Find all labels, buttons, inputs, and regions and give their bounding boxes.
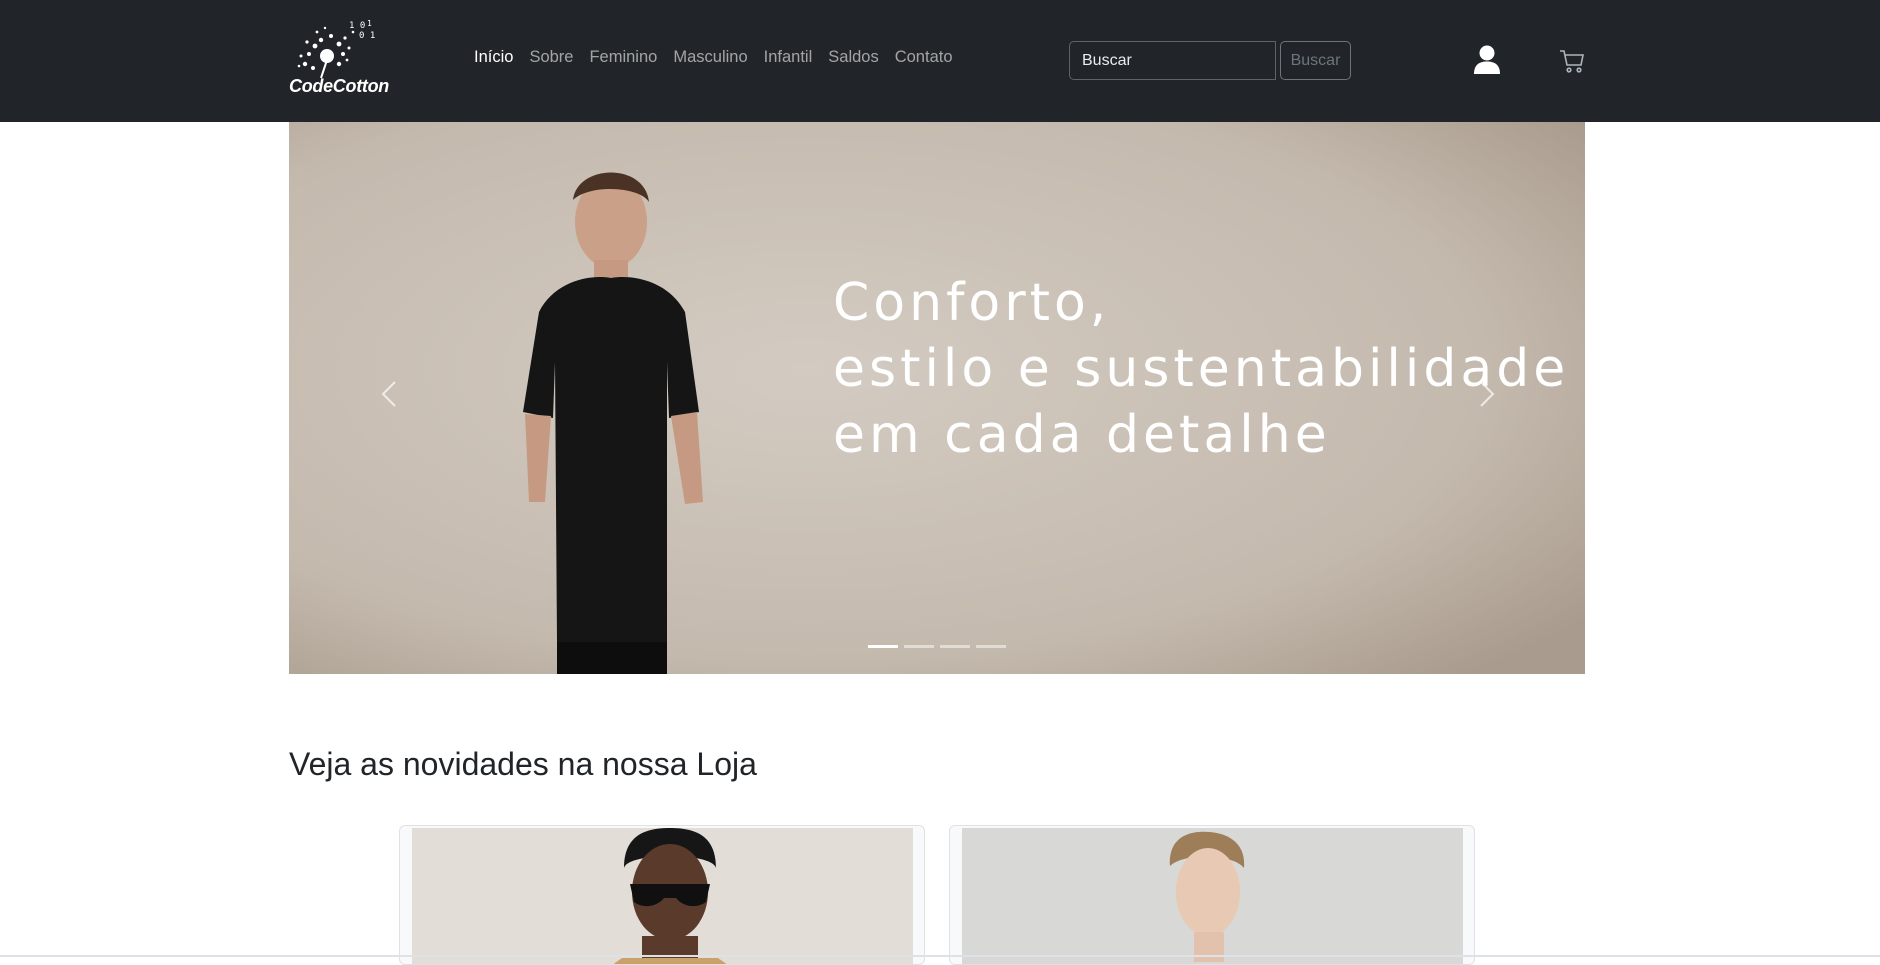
carousel-indicators <box>868 645 1006 648</box>
hero-carousel: Conforto, estilo e sustentabilidade em c… <box>289 122 1585 674</box>
svg-text:1 0: 1 0 <box>349 21 365 31</box>
nav-item-infantil[interactable]: Infantil <box>764 48 813 67</box>
brand-logo[interactable]: 1 0 0 1 1 CodeCotton <box>287 16 391 100</box>
search-button[interactable]: Buscar <box>1280 41 1351 80</box>
nav-item-inicio[interactable]: Início <box>474 48 513 67</box>
chevron-right-icon <box>1480 381 1495 407</box>
nav-item-contato[interactable]: Contato <box>895 48 953 67</box>
carousel-indicator-4[interactable] <box>976 645 1006 648</box>
product-image <box>962 828 1463 964</box>
section-title: Veja as novidades na nossa Loja <box>289 746 757 782</box>
product-card[interactable] <box>399 825 925 965</box>
hero-headline: Conforto, estilo e sustentabilidade em c… <box>833 270 1569 468</box>
hero-line-1: Conforto, <box>833 273 1111 333</box>
carousel-indicator-3[interactable] <box>940 645 970 648</box>
hero-line-2: estilo e sustentabilidade <box>833 339 1570 399</box>
svg-text:1: 1 <box>367 19 372 28</box>
search-input[interactable]: Buscar <box>1069 41 1276 80</box>
main-nav: Início Sobre Feminino Masculino Infantil… <box>474 48 969 67</box>
hero-line-3: em cada detalhe <box>833 405 1331 465</box>
cart-icon[interactable] <box>1559 48 1585 74</box>
navbar: 1 0 0 1 1 CodeCotton Início Sobre Femini… <box>0 0 1880 122</box>
carousel-prev-button[interactable] <box>369 374 409 414</box>
nav-item-feminino[interactable]: Feminino <box>589 48 657 67</box>
carousel-indicator-2[interactable] <box>904 645 934 648</box>
carousel-next-button[interactable] <box>1467 374 1507 414</box>
nav-item-saldos[interactable]: Saldos <box>828 48 878 67</box>
brand-name: CodeCotton <box>289 76 389 96</box>
carousel-indicator-1[interactable] <box>868 645 898 648</box>
chevron-left-icon <box>381 381 396 407</box>
user-icon[interactable] <box>1473 45 1501 75</box>
dandelion-logo-icon: 1 0 0 1 1 <box>297 19 375 79</box>
svg-text:0 1: 0 1 <box>359 31 375 41</box>
nav-item-masculino[interactable]: Masculino <box>673 48 747 67</box>
product-card[interactable] <box>949 825 1475 965</box>
nav-item-sobre[interactable]: Sobre <box>529 48 573 67</box>
product-image <box>412 828 913 964</box>
